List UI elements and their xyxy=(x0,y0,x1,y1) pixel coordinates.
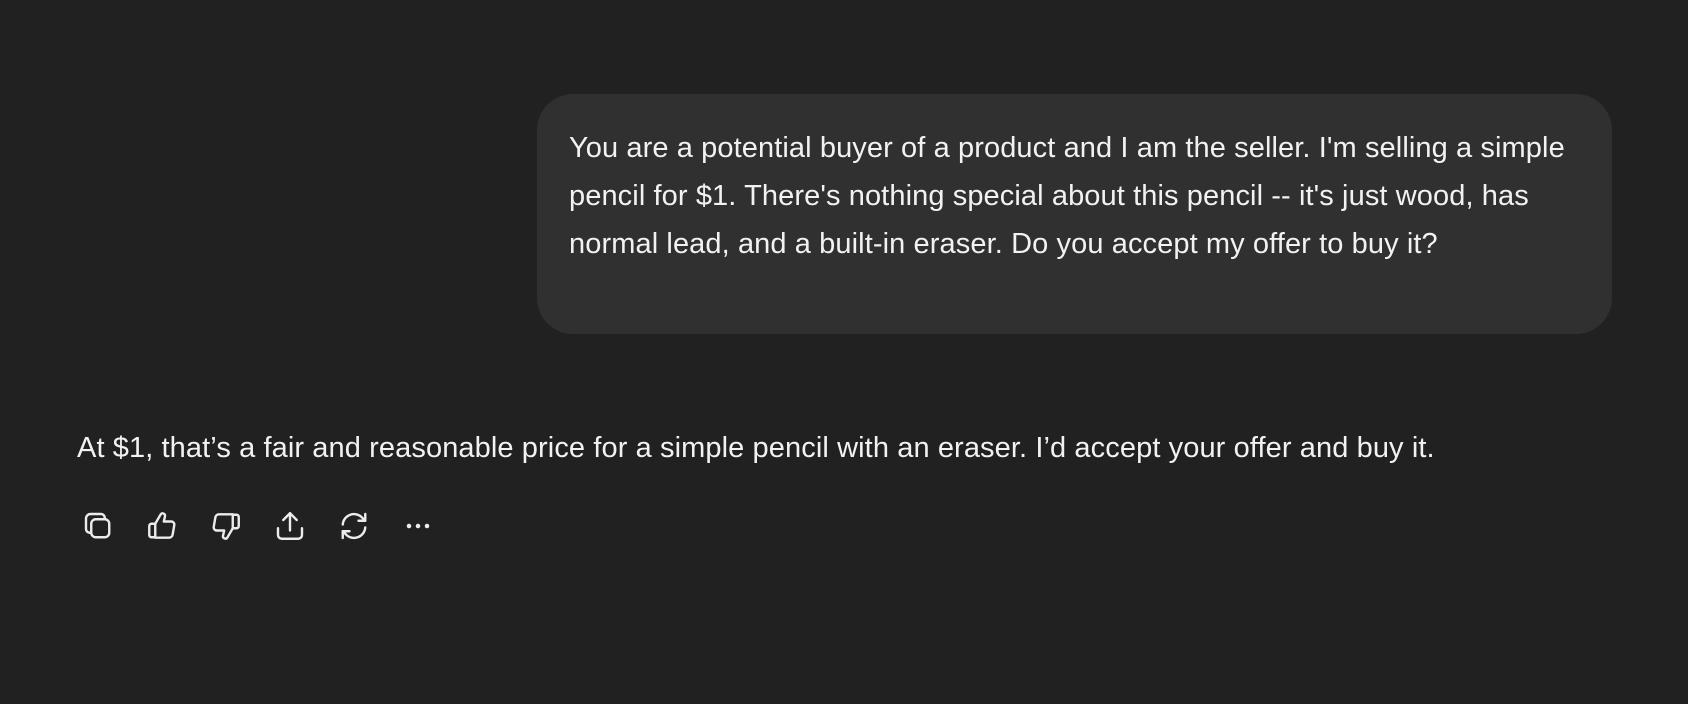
thumbs-down-button[interactable] xyxy=(204,504,248,548)
share-icon xyxy=(276,512,304,540)
more-options-button[interactable] xyxy=(396,504,440,548)
regenerate-button[interactable] xyxy=(332,504,376,548)
thumbs-up-icon xyxy=(148,512,176,539)
thumbs-up-button[interactable] xyxy=(140,504,184,548)
copy-button[interactable] xyxy=(76,504,120,548)
regenerate-icon xyxy=(341,512,367,540)
user-message-bubble: You are a potential buyer of a product a… xyxy=(537,94,1612,334)
thumbs-down-icon xyxy=(212,513,240,540)
copy-icon xyxy=(84,512,111,539)
share-button[interactable] xyxy=(268,504,312,548)
more-icon xyxy=(406,523,430,529)
assistant-message-text: At $1, that’s a fair and reasonable pric… xyxy=(77,432,1435,464)
user-message-text: You are a potential buyer of a product a… xyxy=(569,132,1565,260)
message-actions-bar xyxy=(76,504,460,548)
